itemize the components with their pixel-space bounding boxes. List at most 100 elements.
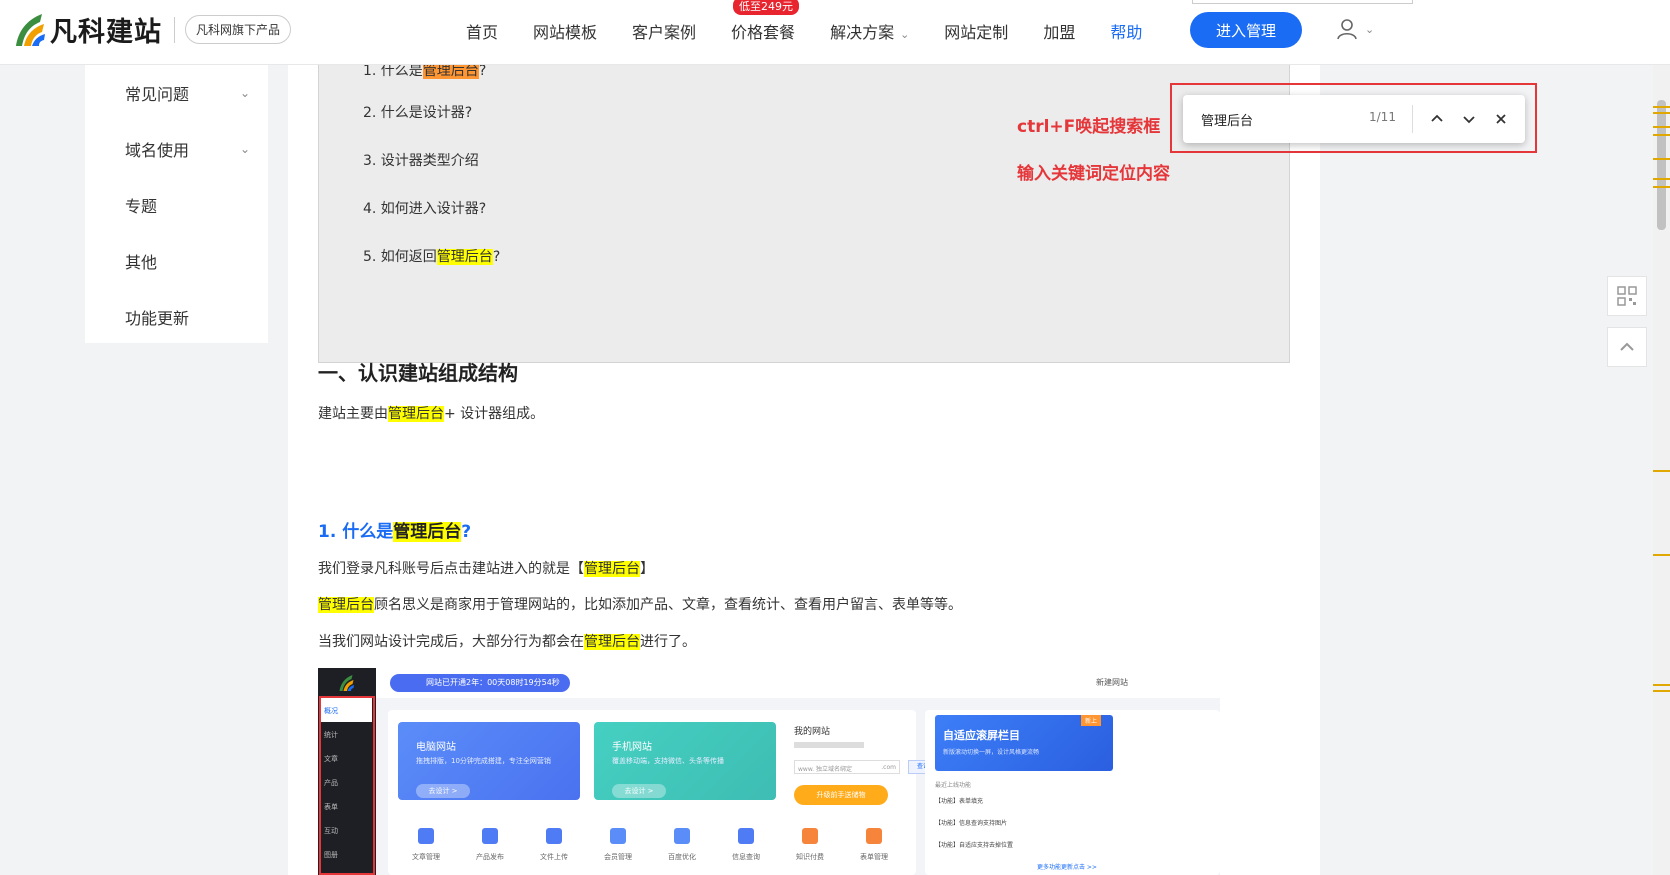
- more-link: 更多功能更新点击 >>: [1037, 864, 1097, 871]
- toc-item-4[interactable]: 4. 如何进入设计器?: [363, 198, 486, 218]
- scroll-match-marker: [1653, 126, 1670, 128]
- nav-templates[interactable]: 网站模板: [533, 19, 597, 43]
- chevron-down-icon: ⌄: [1365, 22, 1375, 36]
- blurred-domain: [794, 742, 864, 748]
- mobile-site-card: 手机网站 覆盖移动端，支持微信、头条等传播 去设计 >: [594, 722, 776, 800]
- annotation-ctrl-f: ctrl+F唤起搜索框: [1017, 117, 1161, 137]
- scroll-match-marker: [1653, 690, 1670, 692]
- scroll-match-marker: [1653, 112, 1670, 114]
- annotation-keyword: 输入关键词定位内容: [1017, 164, 1170, 184]
- subsection-heading: 1. 什么是管理后台?: [318, 522, 472, 542]
- toc-item-2[interactable]: 2. 什么是设计器?: [363, 102, 472, 122]
- find-match-count: 1/11: [1369, 110, 1396, 124]
- admin-feature-icons: 文章管理 产品发布 文件上传 会员管理 百度优化 信息查询 知识付费 表单管理: [394, 828, 906, 862]
- nav-cases[interactable]: 客户案例: [632, 19, 696, 43]
- new-site-link: 新建网站: [1096, 678, 1128, 687]
- user-icon: [1337, 19, 1357, 40]
- main-nav: 首页 网站模板 客户案例 低至249元 价格套餐 解决方案 ⌄ 网站定制 加盟 帮…: [466, 0, 1177, 62]
- user-menu[interactable]: ⌄: [1335, 17, 1374, 41]
- chevron-up-icon: [1431, 114, 1443, 122]
- admin-screenshot-image: 概况 统计 文章 产品 表单 互动 图册 网站已开通2年：00天08时19分54…: [318, 668, 1220, 875]
- recent-item: 【功能】信息查询支持图片: [935, 820, 1008, 827]
- logo-mark-icon: [339, 675, 354, 691]
- scroll-match-marker: [1653, 134, 1670, 136]
- scroll-match-marker: [1653, 178, 1670, 180]
- find-divider: [1412, 105, 1413, 133]
- search-match-current: 管理后台: [422, 63, 479, 79]
- page-scrollbar[interactable]: [1653, 0, 1670, 875]
- search-match: 管理后台: [318, 597, 374, 613]
- pc-site-card: 电脑网站 拖拽排版，10分钟完成搭建，专注全网营销 去设计 >: [398, 722, 580, 800]
- sidebar-item-faq[interactable]: 常见问题 ⌄: [85, 65, 268, 121]
- upgrade-badge: 升级前手送储物: [794, 785, 888, 805]
- chevron-down-icon: ⌄: [900, 28, 910, 41]
- browser-find-strip: [1192, 0, 1413, 4]
- scroll-match-marker: [1653, 684, 1670, 686]
- nav-custom[interactable]: 网站定制: [944, 19, 1008, 43]
- help-sidebar: 常见问题 ⌄ 域名使用 ⌄ 专题 其他 功能更新: [85, 65, 268, 343]
- admin-topbar: 网站已开通2年：00天08时19分54秒 新建网站: [376, 668, 1220, 698]
- search-match: 管理后台: [388, 406, 444, 422]
- search-match: 管理后台: [393, 522, 462, 542]
- scroll-match-marker: [1653, 554, 1670, 556]
- sidebar-item-topics[interactable]: 专题: [85, 177, 268, 233]
- close-icon: [1496, 114, 1506, 124]
- site-age-pill: 网站已开通2年：00天08时19分54秒: [390, 674, 570, 692]
- toc-item-5[interactable]: 5. 如何返回管理后台?: [363, 246, 500, 266]
- recent-title: 最近上线功能: [935, 782, 972, 789]
- scrollbar-thumb[interactable]: [1657, 100, 1666, 230]
- price-hot-badge: 低至249元: [733, 0, 800, 15]
- nav-home[interactable]: 首页: [466, 19, 498, 43]
- chevron-down-icon: [1463, 116, 1475, 124]
- toc-item-3[interactable]: 3. 设计器类型介绍: [363, 150, 479, 170]
- promo-banner: 自适应滚屏栏目 新版滚动切换一屏，设计风格更流畅 新上: [935, 715, 1113, 771]
- find-close-button[interactable]: [1487, 105, 1515, 133]
- domain-input: www. 独立域名绑定 .com: [794, 760, 900, 774]
- sidebar-item-domain[interactable]: 域名使用 ⌄: [85, 121, 268, 177]
- enter-management-button[interactable]: 进入管理: [1190, 12, 1302, 48]
- chevron-down-icon: ⌄: [239, 86, 250, 100]
- brand-badge: 凡科网旗下产品: [185, 15, 292, 44]
- logo[interactable]: 凡科建站 凡科网旗下产品: [12, 10, 292, 49]
- nav-help[interactable]: 帮助: [1110, 19, 1142, 43]
- recent-item: 【功能】自适应支持去掉位置: [935, 842, 1014, 849]
- chevron-up-icon: [1620, 342, 1634, 351]
- article-main: 1. 什么是管理后台? 2. 什么是设计器? 3. 设计器类型介绍 4. 如何进…: [288, 55, 1320, 875]
- find-prev-button[interactable]: [1423, 105, 1451, 133]
- chevron-down-icon: ⌄: [239, 142, 250, 156]
- nav-franchise[interactable]: 加盟: [1043, 19, 1075, 43]
- nav-solutions[interactable]: 解决方案 ⌄: [830, 19, 909, 43]
- admin-main-card: 电脑网站 拖拽排版，10分钟完成搭建，专注全网营销 去设计 > 手机网站 覆盖移…: [388, 710, 938, 875]
- qr-code-button[interactable]: [1607, 276, 1647, 316]
- sidebar-item-other[interactable]: 其他: [85, 233, 268, 289]
- search-match: 管理后台: [584, 561, 640, 577]
- search-match: 管理后台: [584, 634, 640, 650]
- logo-text: 凡科建站: [50, 17, 162, 48]
- find-next-button[interactable]: [1455, 105, 1483, 133]
- sidebar-item-updates[interactable]: 功能更新: [85, 289, 268, 345]
- admin-sidebar: 概况 统计 文章 产品 表单 互动 图册: [318, 668, 376, 875]
- logo-mark-icon: [16, 13, 45, 46]
- admin-news-card: 自适应滚屏栏目 新版滚动切换一屏，设计风格更流畅 新上 最近上线功能 【功能】表…: [925, 710, 1220, 875]
- section-heading: 一、认识建站组成结构: [318, 361, 518, 385]
- scroll-match-marker: [1653, 470, 1670, 472]
- scroll-match-marker: [1653, 106, 1670, 108]
- search-match: 管理后台: [436, 249, 493, 265]
- paragraph-1: 建站主要由管理后台+ 设计器组成。: [318, 406, 545, 422]
- table-of-contents: 1. 什么是管理后台? 2. 什么是设计器? 3. 设计器类型介绍 4. 如何进…: [318, 55, 1290, 363]
- logo-divider: [174, 16, 175, 43]
- browser-find-bar: 管理后台 1/11: [1183, 95, 1525, 143]
- nav-pricing[interactable]: 低至249元 价格套餐: [731, 0, 800, 43]
- back-to-top-button[interactable]: [1607, 327, 1647, 367]
- paragraph-4: 当我们网站设计完成后，大部分行为都会在管理后台进行了。: [318, 634, 696, 650]
- find-input[interactable]: 管理后台: [1201, 110, 1253, 129]
- highlight-frame: [319, 696, 375, 875]
- scroll-match-marker: [1653, 186, 1670, 188]
- recent-item: 【功能】表单填充: [935, 798, 984, 805]
- site-header: 凡科建站 凡科网旗下产品 首页 网站模板 客户案例 低至249元 价格套餐 解决…: [0, 0, 1670, 65]
- scroll-match-marker: [1653, 158, 1670, 160]
- my-site-label: 我的网站: [794, 727, 831, 737]
- qr-code-icon: [1617, 286, 1637, 306]
- paragraph-3: 管理后台顾名思义是商家用于管理网站的，比如添加产品、文章，查看统计、查看用户留言…: [318, 597, 962, 613]
- paragraph-2: 我们登录凡科账号后点击建站进入的就是【管理后台】: [318, 561, 654, 577]
